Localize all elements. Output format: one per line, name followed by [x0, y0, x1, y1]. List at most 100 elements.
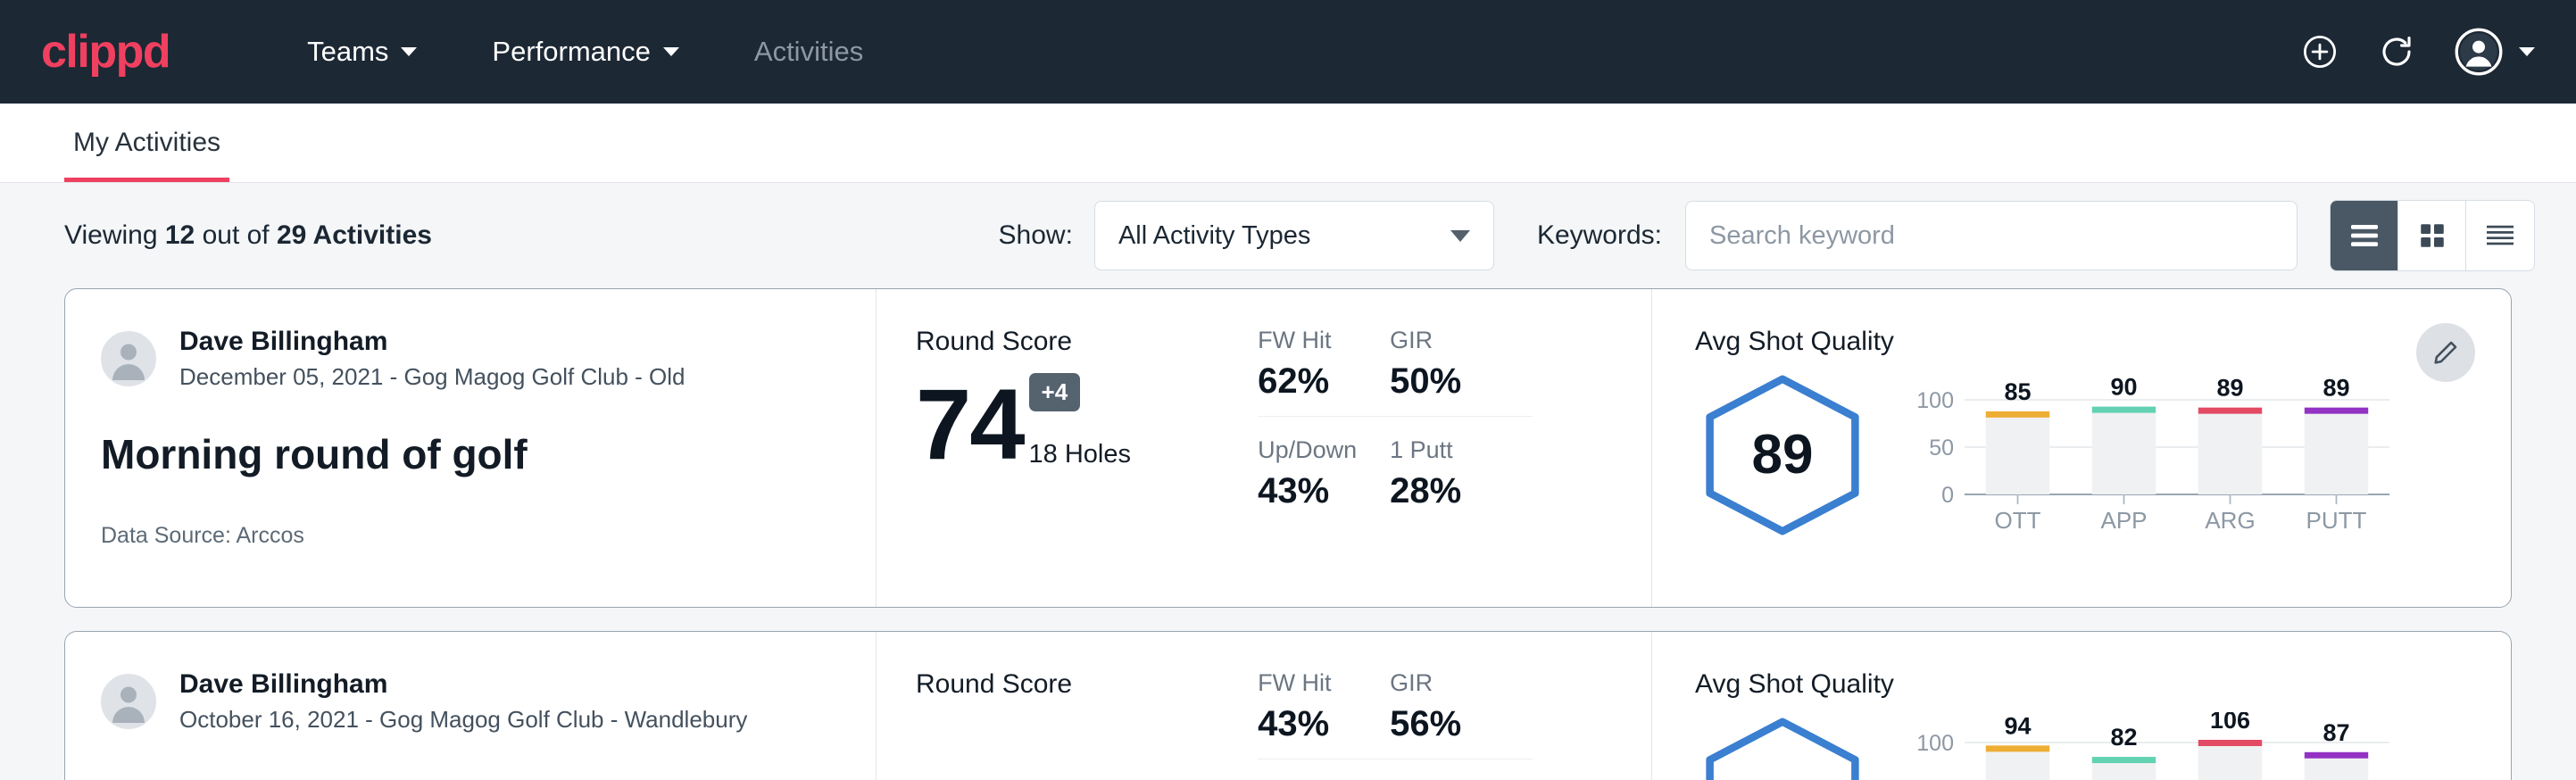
bar-value-label: 87	[2323, 719, 2349, 746]
list-view-button[interactable]	[2331, 201, 2398, 270]
bar-value-label: 106	[2210, 712, 2250, 734]
stats-grid: FW Hit 43% GIR 56%	[1258, 669, 1651, 779]
nav-actions	[2301, 28, 2535, 76]
score-annotations: +4 18 Holes	[1029, 373, 1131, 469]
quality-score-value: 89	[1695, 372, 1870, 538]
round-score-value-row: 74 +4 18 Holes	[916, 373, 1242, 469]
bar-cap	[2305, 752, 2368, 759]
bar-value-label: 85	[2004, 378, 2031, 405]
shot-quality-chart: 05010094OTT82APP106ARG87PUTT	[1913, 712, 2395, 780]
stat-gir: GIR 56%	[1390, 669, 1533, 759]
clippd-logo[interactable]: clippd	[41, 29, 170, 75]
viewing-middle: out of	[195, 220, 277, 250]
show-label: Show:	[999, 220, 1073, 251]
activity-list: Dave Billingham December 05, 2021 - Gog …	[0, 288, 2576, 780]
bar-chart: 05010094OTT82APP106ARG87PUTT	[1913, 712, 2395, 780]
stat-one-putt: 1 Putt 28%	[1390, 436, 1533, 526]
compact-view-button[interactable]	[2466, 201, 2534, 270]
top-navigation-bar: clippd Teams Performance Activities	[0, 0, 2576, 104]
stat-up-down: Up/Down 43%	[1258, 436, 1390, 526]
x-axis-tick-label: APP	[2100, 507, 2147, 534]
x-axis-tick-label: PUTT	[2306, 507, 2367, 534]
bar-cap	[2198, 740, 2262, 746]
stat-label: FW Hit	[1258, 669, 1390, 697]
nav-item-performance-label: Performance	[492, 36, 650, 68]
avg-shot-quality-label: Avg Shot Quality	[1695, 327, 2395, 357]
y-axis-tick-label: 100	[1916, 731, 1954, 756]
viewing-prefix: Viewing	[64, 220, 165, 250]
round-score-section: Round Score 74 +4 18 Holes	[877, 289, 1242, 607]
round-score-label: Round Score	[916, 327, 1242, 357]
viewing-total: 29 Activities	[277, 220, 432, 250]
bar-body	[2305, 411, 2368, 494]
bar-cap	[1986, 411, 2049, 418]
list-view-icon	[2348, 222, 2381, 249]
activity-info: Dave Billingham December 05, 2021 - Gog …	[65, 289, 876, 607]
stats-grid: FW Hit 62% GIR 50% Up/Down 43% 1 Putt 28…	[1258, 327, 1651, 526]
search-input[interactable]	[1685, 201, 2298, 270]
edit-activity-button[interactable]	[2416, 323, 2475, 382]
bar-body	[1986, 414, 2049, 494]
bar-cap	[2092, 757, 2156, 763]
round-score-section: Round Score	[877, 632, 1242, 780]
nav-item-activities[interactable]: Activities	[729, 36, 888, 68]
primary-nav: Teams Performance Activities	[282, 36, 913, 68]
player-identity: Dave Billingham December 05, 2021 - Gog …	[101, 327, 849, 391]
bar-value-label: 94	[2004, 712, 2031, 739]
avatar	[101, 674, 156, 729]
activity-meta: December 05, 2021 - Gog Magog Golf Club …	[179, 363, 686, 391]
grid-view-icon	[2417, 220, 2447, 251]
holes-played: 18 Holes	[1029, 440, 1131, 469]
activity-card[interactable]: Dave Billingham December 05, 2021 - Gog …	[64, 288, 2512, 608]
bar-body	[2198, 743, 2262, 780]
stat-fw-hit: FW Hit 43%	[1258, 669, 1390, 759]
tab-my-activities[interactable]: My Activities	[64, 128, 229, 182]
y-axis-tick-label: 100	[1916, 388, 1954, 413]
bar-value-label: 82	[2110, 724, 2137, 751]
account-menu[interactable]	[2455, 28, 2535, 76]
round-stats-section: FW Hit 43% GIR 56%	[1242, 632, 1651, 780]
stat-value: 43%	[1258, 704, 1390, 744]
grid-view-button[interactable]	[2398, 201, 2466, 270]
bar-value-label: 89	[2216, 375, 2243, 402]
y-axis-tick-label: 50	[1929, 436, 1954, 461]
bar-cap	[1986, 745, 2049, 751]
bar-value-label: 89	[2323, 375, 2349, 402]
stat-label: GIR	[1390, 327, 1533, 354]
bar-cap	[2305, 408, 2368, 414]
stat-value: 62%	[1258, 361, 1390, 402]
activity-type-select-value: All Activity Types	[1118, 221, 1310, 251]
activity-title: Morning round of golf	[101, 430, 849, 478]
viewing-count: 12	[165, 220, 195, 250]
shot-quality-chart: 05010085OTT90APP89ARG89PUTT	[1913, 369, 2395, 540]
keywords-label: Keywords:	[1537, 220, 1662, 251]
bar-body	[2305, 755, 2368, 780]
player-identity: Dave Billingham October 16, 2021 - Gog M…	[101, 669, 849, 734]
score-to-par-badge: +4	[1029, 373, 1081, 411]
compact-list-icon	[2484, 222, 2516, 249]
player-name: Dave Billingham	[179, 669, 747, 700]
activity-card[interactable]: Dave Billingham October 16, 2021 - Gog M…	[64, 631, 2512, 780]
stat-value: 56%	[1390, 704, 1533, 744]
player-name: Dave Billingham	[179, 327, 686, 357]
chevron-down-icon	[1450, 230, 1470, 242]
avatar	[101, 331, 156, 386]
refresh-icon[interactable]	[2378, 33, 2415, 71]
chevron-down-icon	[401, 47, 417, 56]
stat-value: 43%	[1258, 471, 1390, 511]
add-circle-icon[interactable]	[2301, 33, 2339, 71]
toolbar-controls: Show: All Activity Types Keywords:	[999, 200, 2535, 271]
quality-score-value	[1695, 715, 1870, 780]
nav-item-teams-label: Teams	[307, 36, 388, 68]
bar-cap	[2198, 408, 2262, 414]
activity-info: Dave Billingham October 16, 2021 - Gog M…	[65, 632, 876, 780]
activity-type-select[interactable]: All Activity Types	[1094, 201, 1494, 270]
quality-hexagon: 89	[1695, 372, 1870, 538]
nav-item-performance[interactable]: Performance	[467, 36, 703, 68]
bar-body	[2092, 410, 2156, 494]
nav-item-teams[interactable]: Teams	[282, 36, 442, 68]
avg-shot-quality-section: Avg Shot Quality 89 05010085OTT90APP89AR…	[1652, 289, 2511, 607]
stat-value: 28%	[1390, 471, 1533, 511]
avg-shot-quality-body: 05010094OTT82APP106ARG87PUTT	[1695, 712, 2395, 780]
activities-toolbar: Viewing 12 out of 29 Activities Show: Al…	[0, 183, 2576, 288]
